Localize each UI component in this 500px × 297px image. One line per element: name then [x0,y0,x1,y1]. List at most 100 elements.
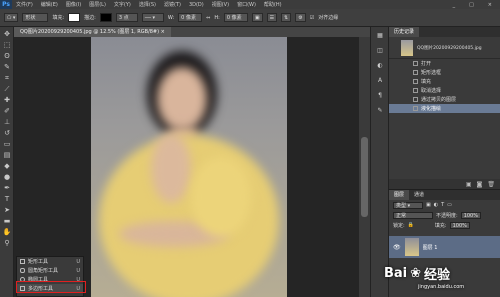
character-panel-icon[interactable]: A [374,77,386,87]
trash-icon[interactable]: 🗑 [487,181,495,188]
paw-icon: ❀ [410,265,422,281]
quick-select-tool-icon[interactable]: ✎ [2,63,12,71]
move-tool-icon[interactable]: ✥ [2,30,12,38]
filter-type-icon[interactable]: T [441,202,444,208]
tab-layers[interactable]: 图层 [389,190,410,200]
ellipse-tool-item[interactable]: 椭圆工具 U [17,275,83,284]
fill-opacity-field[interactable]: 100% [449,221,470,229]
watermark-brand-suffix: 经验 [424,267,451,283]
fill-swatch[interactable] [68,13,81,22]
history-item-label: 打开 [421,61,432,67]
eyedropper-tool-icon[interactable]: ⟋ [2,85,12,93]
history-brush-tool-icon[interactable]: ↺ [2,129,12,137]
layer-name: 图层 1 [422,244,438,251]
blend-mode-select[interactable]: 正常 [393,211,433,219]
menu-3d[interactable]: 3D(D) [185,2,208,8]
paragraph-panel-icon[interactable]: ¶ [374,92,386,102]
path-select-tool-icon[interactable]: ➤ [2,206,12,214]
link-icon[interactable]: ⇔ [206,15,210,21]
gradient-tool-icon[interactable]: ▤ [2,151,12,159]
menu-window[interactable]: 窗口(W) [233,1,260,8]
menu-file[interactable]: 文件(F) [12,1,37,8]
camera-icon[interactable]: ◙ [477,181,483,188]
rectangle-tool-item[interactable]: 矩形工具 U [17,257,83,266]
rounded-rectangle-tool-item[interactable]: 圆角矩形工具 U [17,266,83,275]
filter-pixel-icon[interactable]: ▣ [426,202,431,208]
rounded-rectangle-tool-shortcut: U [76,267,80,274]
filter-adjust-icon[interactable]: ◐ [434,202,438,208]
height-field[interactable]: 0 像素 [223,13,248,22]
scrollbar-thumb[interactable] [361,137,368,217]
menu-select[interactable]: 选择(S) [135,1,160,8]
history-snapshot[interactable]: QQ图片20200929200405.jpg [389,37,500,59]
align-edges-checkbox[interactable]: ☑ [310,15,314,21]
tab-channels[interactable]: 通道 [409,190,429,200]
options-bar: ⬠ ▾ 形状 填充: 描边: 3 点 ── ▾ W: 0 像素 ⇔ H: 0 像… [0,9,500,27]
lock-icon[interactable]: 🔒 [408,222,414,228]
new-document-icon[interactable]: ▣ [466,181,472,188]
history-item-selected[interactable]: 液化描绘 [389,104,500,113]
fill-icon [413,79,418,84]
zoom-tool-icon[interactable]: ⚲ [2,239,12,247]
eraser-tool-icon[interactable]: ▭ [2,140,12,148]
lasso-tool-icon[interactable]: ʘ [2,52,12,60]
hand-tool-icon[interactable]: ✋ [2,228,12,236]
pen-tool-icon[interactable]: ✒ [2,184,12,192]
menu-image[interactable]: 图像(I) [62,1,85,8]
brush-panel-icon[interactable]: ✎ [374,107,386,117]
path-arrange-button[interactable]: ⇅ [281,13,292,22]
history-item[interactable]: 打开 [389,59,500,68]
layer-kind-filter[interactable]: 类型 ▾ [393,201,423,209]
document-tabs: QQ图片20200929200405.jpg @ 12.5% (图层 1, RG… [14,27,370,37]
history-item[interactable]: 填充 [389,77,500,86]
menu-layer[interactable]: 图层(L) [85,1,110,8]
menu-help[interactable]: 帮助(H) [260,1,286,8]
brush-tool-icon[interactable]: ✐ [2,107,12,115]
blur-tool-icon[interactable]: ◆ [2,162,12,170]
crop-tool-icon[interactable]: ⌗ [2,74,12,82]
filter-shape-icon[interactable]: ▭ [447,202,452,208]
ellipse-icon [20,277,25,282]
geometry-options-button[interactable]: ⚙ [295,13,306,22]
layer-row[interactable]: 👁 图层 1 [389,236,500,258]
polygon-tool-item[interactable]: 多边形工具 U [17,284,83,293]
history-item[interactable]: 取消选择 [389,86,500,95]
canvas-scrollbar[interactable] [359,37,370,297]
marquee-tool-icon[interactable]: ⬚ [2,41,12,49]
properties-panel-icon[interactable]: ◫ [374,47,386,57]
tab-history[interactable]: 历史记录 [389,27,420,37]
path-ops-button[interactable]: ▣ [251,13,263,22]
tool-preset-picker[interactable]: ⬠ ▾ [4,13,19,22]
type-tool-icon[interactable]: T [2,195,12,203]
opacity-field[interactable]: 100% [460,211,481,219]
history-panel-icon[interactable]: ▦ [374,32,386,42]
menu-type[interactable]: 文字(Y) [110,1,135,8]
stamp-tool-icon[interactable]: ⊥ [2,118,12,126]
menu-bar: Ps 文件(F) 编辑(E) 图像(I) 图层(L) 文字(Y) 选择(S) 滤… [0,0,500,9]
close-button[interactable]: × [484,2,496,8]
stroke-swatch[interactable] [99,13,112,22]
menu-filter[interactable]: 滤镜(T) [160,1,185,8]
path-align-button[interactable]: ☰ [266,13,278,22]
stroke-type-select[interactable]: ── ▾ [141,13,164,22]
marquee-icon [413,70,418,75]
mode-select[interactable]: 形状 [22,13,49,22]
ellipse-tool-shortcut: U [76,276,80,283]
document-tab[interactable]: QQ图片20200929200405.jpg @ 12.5% (图层 1, RG… [14,27,171,37]
stroke-width-field[interactable]: 3 点 [115,13,138,22]
dodge-tool-icon[interactable]: ● [2,173,12,181]
menu-view[interactable]: 视图(V) [208,1,233,8]
width-field[interactable]: 0 像素 [178,13,203,22]
menu-edit[interactable]: 编辑(E) [37,1,62,8]
adjustments-panel-icon[interactable]: ◐ [374,62,386,72]
maximize-button[interactable]: □ [465,2,478,8]
history-item[interactable]: 矩形选框 [389,68,500,77]
polygon-icon [20,286,25,291]
minimize-button[interactable]: _ [449,2,460,8]
visibility-eye-icon[interactable]: 👁 [393,244,401,251]
healing-tool-icon[interactable]: ✚ [2,96,12,104]
shape-tool-icon[interactable]: ▬ [2,217,12,225]
watermark-brand: Bai [384,265,408,281]
history-item[interactable]: 通过拷贝的图层 [389,95,500,104]
close-tab-icon[interactable]: × [161,29,165,35]
